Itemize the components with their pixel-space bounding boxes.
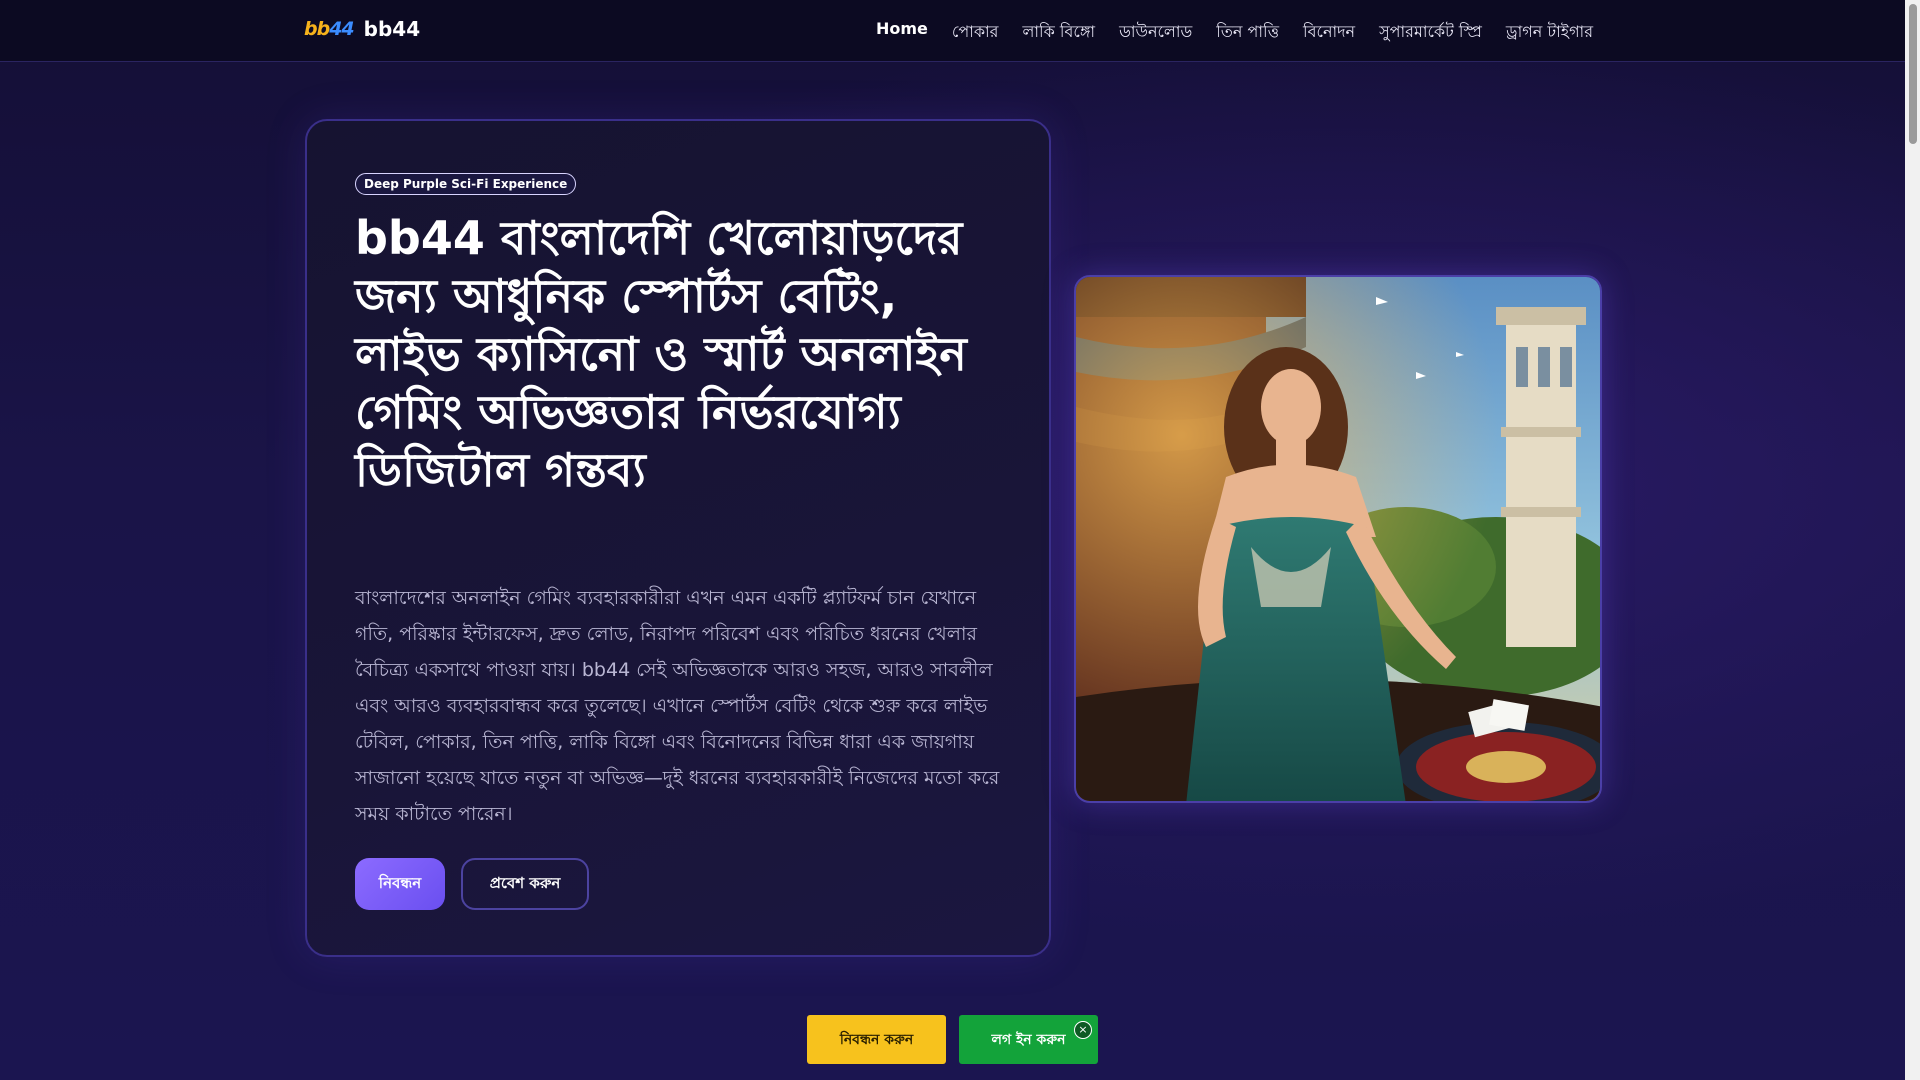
nav-item-entertainment[interactable]: বিনোদন: [1303, 19, 1355, 46]
brand[interactable]: bb44 bb44: [304, 17, 420, 41]
nav-item-download[interactable]: ডাউনলোড: [1119, 19, 1192, 46]
brand-name[interactable]: bb44: [364, 17, 420, 41]
hero-badge: Deep Purple Sci-Fi Experience: [355, 173, 577, 195]
nav-item-lucky-bingo[interactable]: লাকি বিঙ্গো: [1022, 19, 1095, 46]
nav-item-teen-patti[interactable]: তিন পাত্তি: [1216, 19, 1279, 46]
hero-actions: নিবন্ধন প্রবেশ করুন: [355, 858, 589, 910]
hero-image: [1074, 275, 1602, 803]
register-button[interactable]: নিবন্ধন: [355, 858, 445, 910]
hero-card: Deep Purple Sci-Fi Experience bb44 বাংলা…: [305, 119, 1051, 957]
brand-logo[interactable]: bb44: [304, 18, 355, 40]
nav-item-poker[interactable]: পোকার: [952, 19, 999, 46]
nav-item-home[interactable]: Home: [876, 19, 928, 46]
hero-description: বাংলাদেশের অনলাইন গেমিং ব্যবহারকারীরা এখ…: [355, 587, 1000, 825]
scrollbar-thumb[interactable]: [1909, 4, 1917, 144]
casino-illustration: [1076, 277, 1600, 801]
page-scrollbar[interactable]: [1905, 0, 1920, 1080]
nav-item-dragon-tiger[interactable]: ড্রাগন টাইগার: [1506, 19, 1593, 46]
hero-title: bb44 বাংলাদেশি খেলোয়াড়দের জন্য আধুনিক …: [355, 211, 967, 497]
top-navbar: bb44 bb44 Home পোকার লাকি বিঙ্গো ডাউনলোড…: [0, 0, 1905, 62]
floating-register-button[interactable]: নিবন্ধন করুন: [807, 1015, 946, 1064]
main-nav: Home পোকার লাকি বিঙ্গো ডাউনলোড তিন পাত্ত…: [876, 19, 1593, 46]
nav-item-supermarket-spree[interactable]: সুপারমার্কেট স্প্রি: [1379, 19, 1482, 46]
login-button[interactable]: প্রবেশ করুন: [461, 858, 589, 910]
close-icon[interactable]: ×: [1074, 1021, 1092, 1039]
